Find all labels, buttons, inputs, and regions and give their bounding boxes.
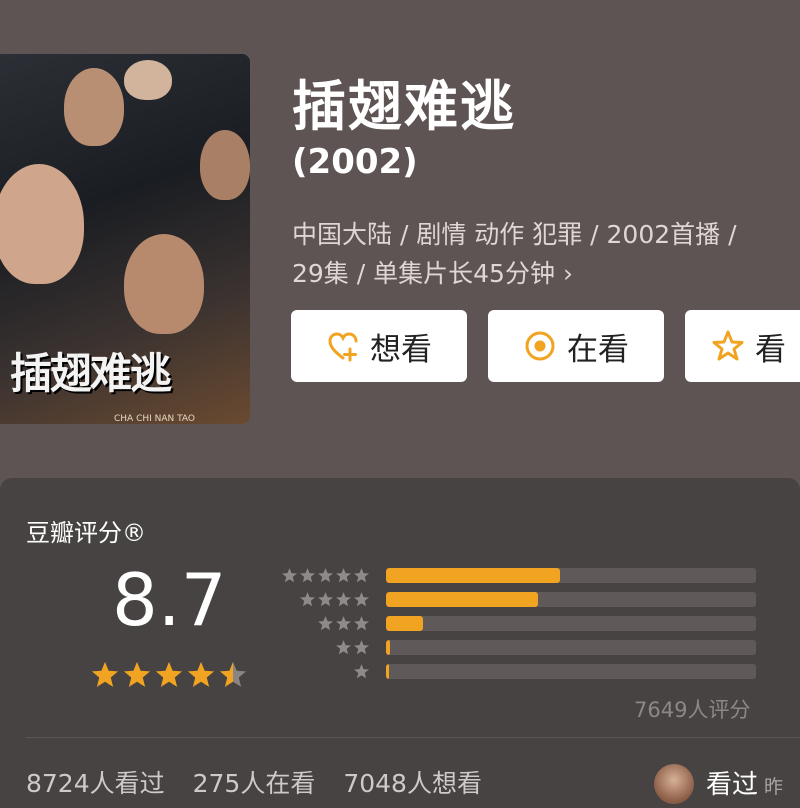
rating-bar-fill: [386, 616, 423, 631]
movie-title: 插翅难逃: [292, 75, 516, 138]
poster-subtitle-text: CHA CHI NAN TAO: [114, 414, 195, 424]
rating-bar-track: [386, 616, 756, 631]
mini-stars: [353, 663, 370, 680]
rating-bar-2-star: [280, 639, 760, 656]
star-small-icon: [318, 568, 333, 583]
rating-bar-track: [386, 568, 756, 583]
rating-bar-1-star: [280, 663, 760, 680]
poster-figure: [0, 164, 84, 284]
rating-bar-fill: [386, 592, 538, 607]
star-small-icon: [300, 568, 315, 583]
divider: [26, 737, 800, 738]
stat-watching[interactable]: 275人在看: [193, 769, 316, 798]
star-filled-icon: [187, 661, 215, 687]
mini-stars: [317, 615, 370, 632]
heart-plus-icon: [328, 332, 358, 362]
rating-bar-fill: [386, 664, 389, 679]
rating-stars: [90, 660, 248, 690]
star-filled-icon: [91, 661, 119, 687]
stats-row: 8724人看过 275人在看 7048人想看: [26, 764, 510, 800]
star-outline-icon: [712, 330, 744, 361]
movie-year: (2002): [292, 142, 418, 182]
poster-image[interactable]: 插翅难逃 CHA CHI NAN TAO: [0, 54, 250, 424]
poster-figure: [124, 60, 172, 100]
star-small-icon: [336, 568, 351, 583]
rating-bar-fill: [386, 640, 390, 655]
rating-count[interactable]: 7649人评分: [634, 694, 750, 724]
rating-bar-fill: [386, 568, 560, 583]
watching-button[interactable]: 在看: [488, 310, 664, 382]
star-small-icon: [300, 592, 315, 607]
star-small-icon: [354, 592, 369, 607]
star-small-icon: [318, 592, 333, 607]
star-small-icon: [336, 640, 351, 655]
star-small-icon: [354, 664, 369, 679]
star-filled-icon: [123, 661, 151, 687]
stat-watched[interactable]: 8724人看过: [26, 769, 165, 798]
want-to-watch-label: 想看: [370, 331, 432, 368]
mini-stars: [335, 639, 370, 656]
watching-label: 在看: [567, 331, 629, 368]
poster-figure: [64, 68, 124, 146]
star-small-icon: [354, 616, 369, 631]
seen-status[interactable]: 看过昨: [706, 764, 783, 801]
watched-label: 看: [755, 331, 786, 368]
rating-bar-track: [386, 592, 756, 607]
mini-stars: [281, 567, 370, 584]
poster-figure: [124, 234, 204, 334]
movie-meta-line2[interactable]: 29集 / 单集片长45分钟 ›: [292, 254, 573, 290]
poster-figure: [200, 130, 250, 200]
poster-title-text: 插翅难逃: [10, 349, 172, 398]
star-small-icon: [336, 616, 351, 631]
star-small-icon: [354, 640, 369, 655]
seen-time: 昨: [764, 776, 784, 798]
star-small-icon: [282, 568, 297, 583]
stat-want[interactable]: 7048人想看: [343, 769, 482, 798]
movie-meta-text: 29集 / 单集片长45分钟: [292, 259, 555, 288]
seen-label: 看过: [706, 770, 759, 800]
star-small-icon: [336, 592, 351, 607]
movie-meta-line1: 中国大陆 / 剧情 动作 犯罪 / 2002首播 /: [292, 220, 737, 249]
want-to-watch-button[interactable]: 想看: [291, 310, 467, 382]
rating-bar-track: [386, 640, 756, 655]
star-half-icon: [219, 661, 247, 687]
star-small-icon: [354, 568, 369, 583]
rating-bar-5-star: [280, 567, 760, 584]
rating-bar-3-star: [280, 615, 760, 632]
star-small-icon: [318, 616, 333, 631]
mini-stars: [299, 591, 370, 608]
rating-label: 豆瓣评分®: [26, 519, 146, 547]
rating-score: 8.7: [112, 558, 227, 642]
rating-bar-4-star: [280, 591, 760, 608]
avatar[interactable]: [654, 764, 694, 804]
target-icon: [525, 331, 555, 361]
star-filled-icon: [155, 661, 183, 687]
rating-bar-track: [386, 664, 756, 679]
watched-button[interactable]: 看: [685, 310, 800, 382]
chevron-right-icon: ›: [562, 259, 573, 288]
